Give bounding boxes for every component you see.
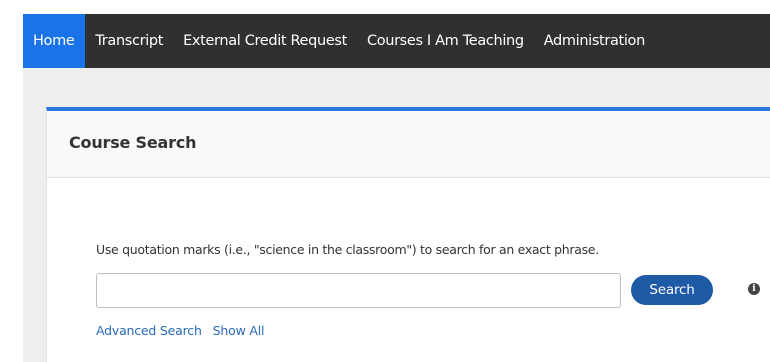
search-links: Advanced Search Show All xyxy=(96,323,264,338)
search-hint: Use quotation marks (i.e., "science in t… xyxy=(96,242,599,257)
nav-item-courses-i-am-teaching[interactable]: Courses I Am Teaching xyxy=(357,14,534,68)
search-button[interactable]: Search xyxy=(631,275,713,305)
show-all-link[interactable]: Show All xyxy=(213,323,265,338)
advanced-search-link[interactable]: Advanced Search xyxy=(96,323,202,338)
nav-item-transcript[interactable]: Transcript xyxy=(85,14,173,68)
nav-item-external-credit-request[interactable]: External Credit Request xyxy=(173,14,357,68)
nav-item-home[interactable]: Home xyxy=(23,14,86,68)
panel-title: Course Search xyxy=(69,133,197,152)
info-icon[interactable]: i xyxy=(748,283,760,295)
app-frame: Home Transcript External Credit Request … xyxy=(0,0,770,362)
nav-item-administration[interactable]: Administration xyxy=(534,14,655,68)
top-navigation: Home Transcript External Credit Request … xyxy=(23,14,770,68)
course-search-panel: Course Search Use quotation marks (i.e.,… xyxy=(46,107,770,362)
panel-header: Course Search xyxy=(47,111,770,178)
course-search-input[interactable] xyxy=(96,273,621,308)
